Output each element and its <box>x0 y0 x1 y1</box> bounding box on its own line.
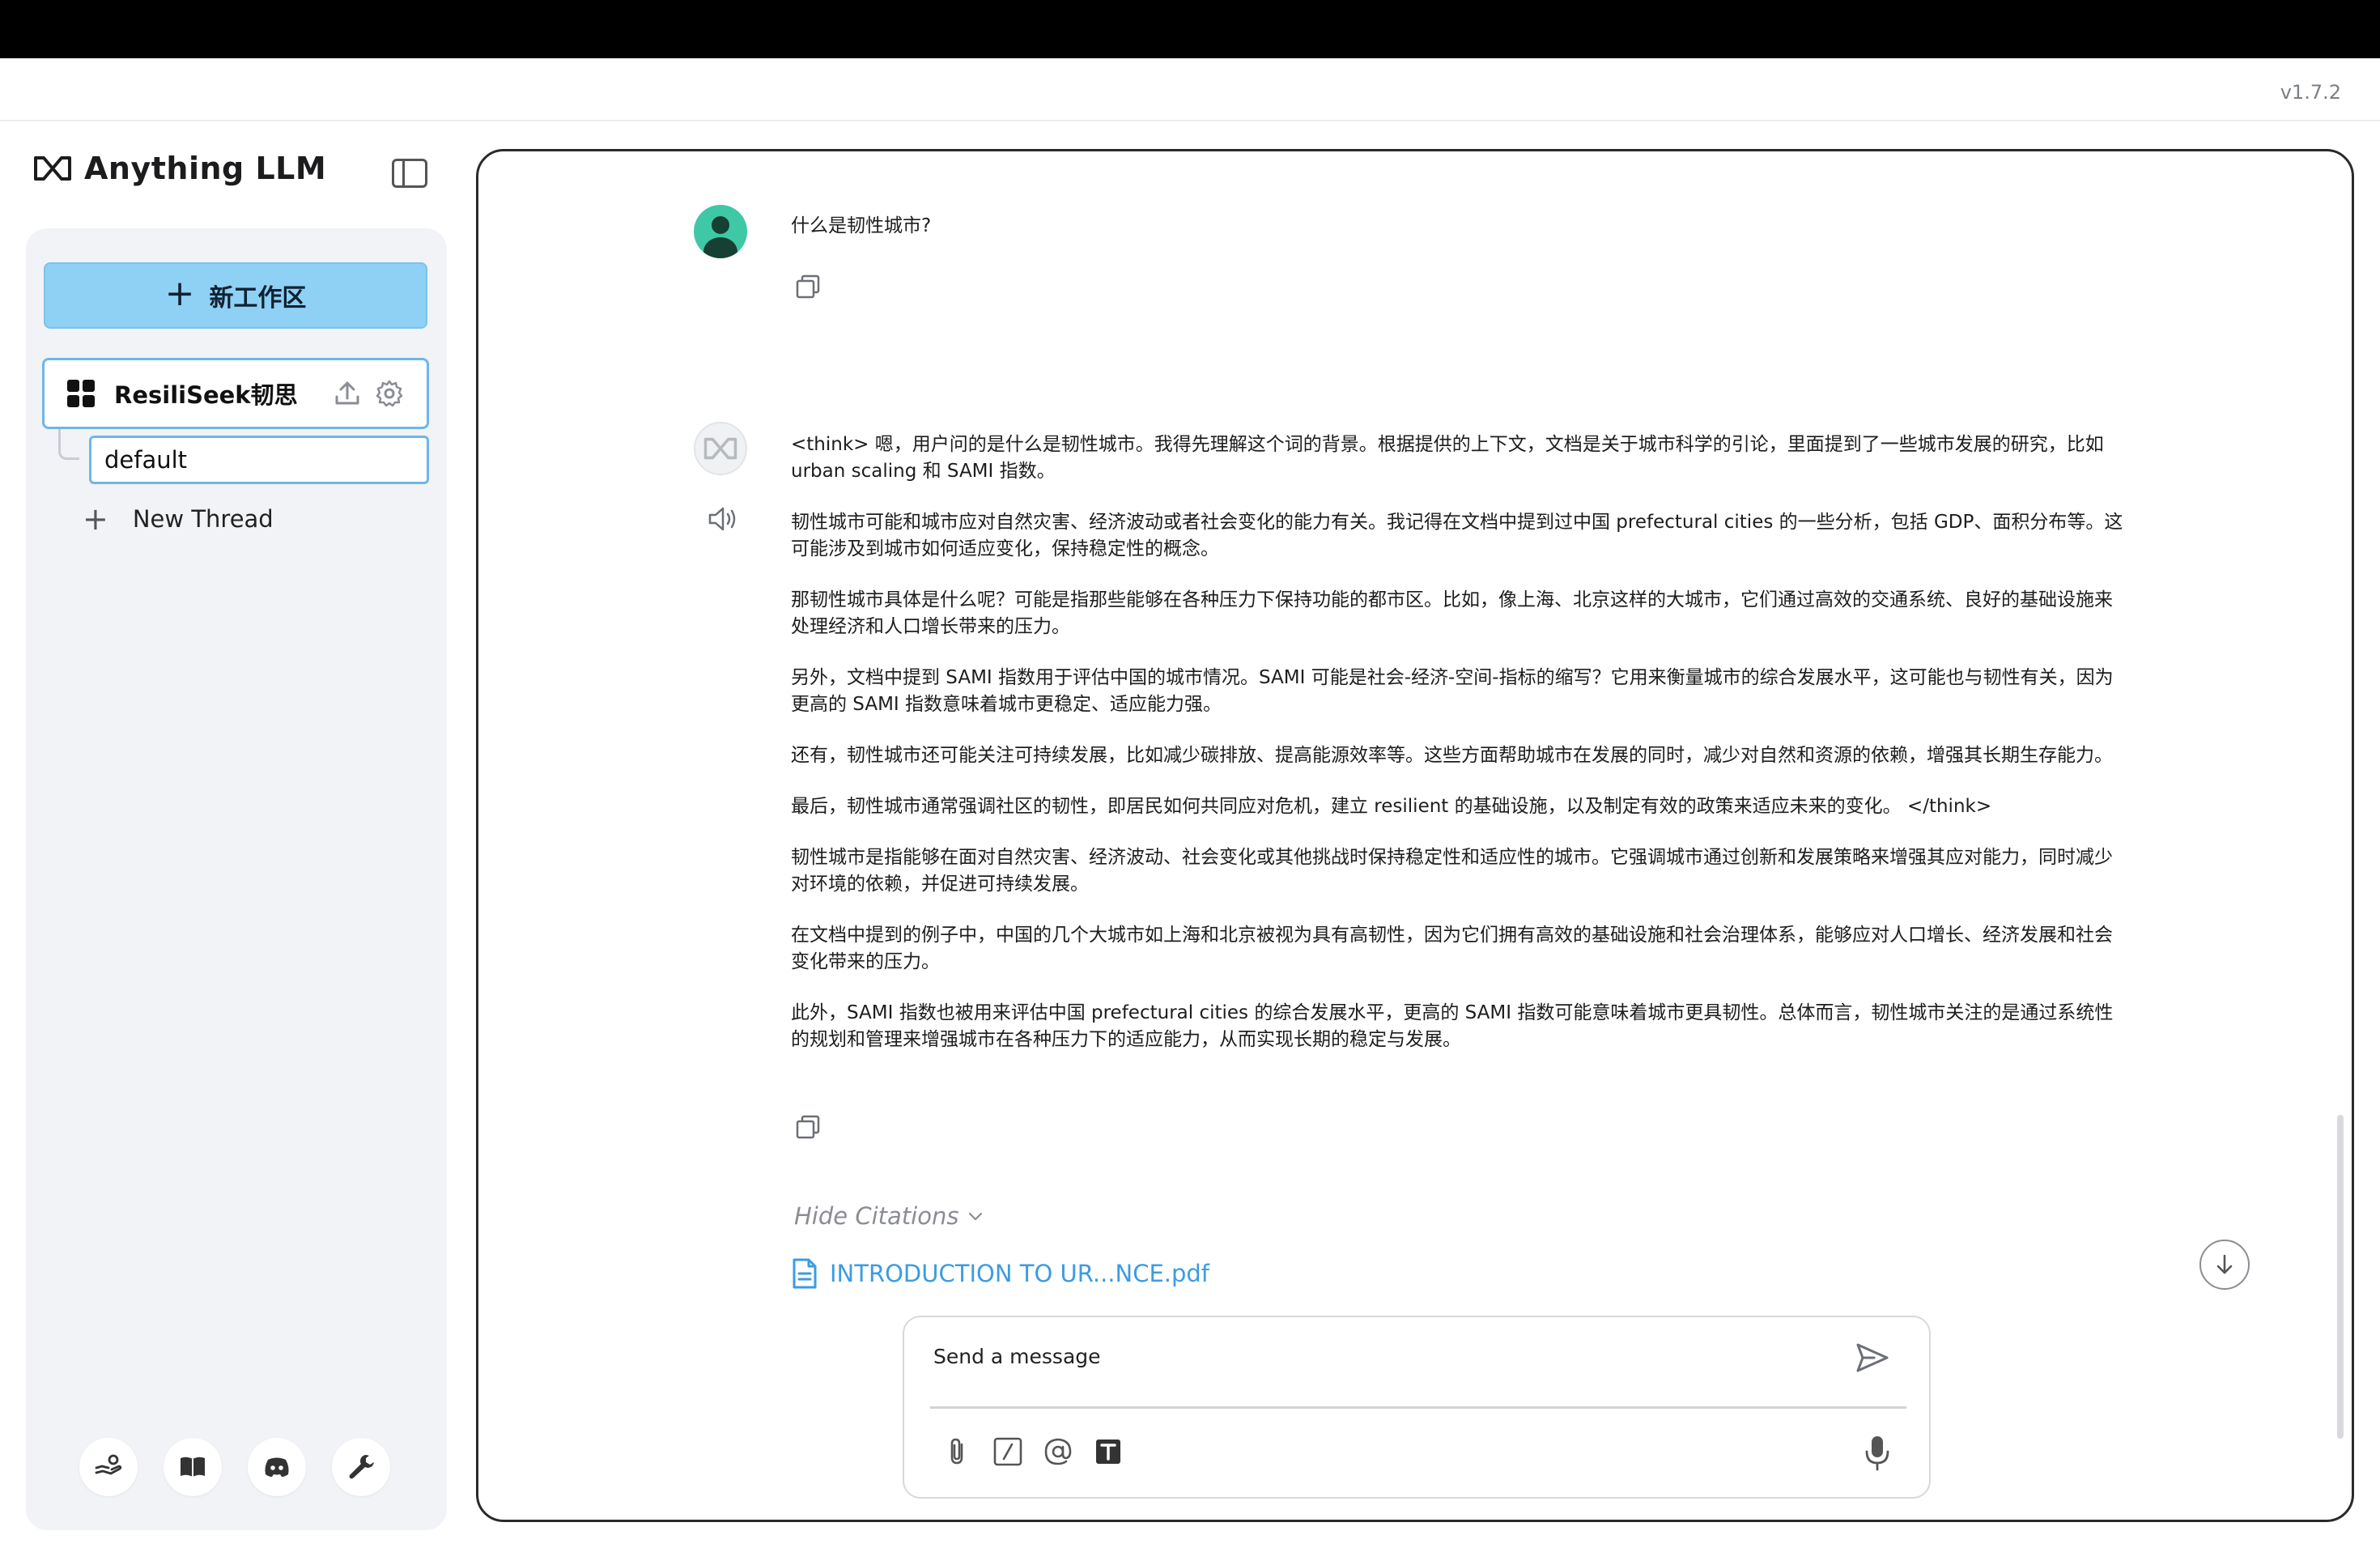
plus-icon: + <box>164 273 195 314</box>
plus-icon: + <box>83 501 108 537</box>
new-workspace-button[interactable]: + 新工作区 <box>44 262 427 329</box>
thread-connector <box>58 429 79 460</box>
thread-item-default[interactable]: default <box>89 436 429 484</box>
discord-icon <box>265 1457 289 1477</box>
new-thread-button[interactable]: + New Thread <box>83 504 274 534</box>
chevron-down-icon <box>969 1212 983 1221</box>
discord-button[interactable] <box>248 1438 306 1496</box>
workspace-name: ResiliSeek韧思 <box>114 381 298 409</box>
assistant-paragraph: 最后，韧性城市通常强调社区的韧性，即居民如何共同应对危机，建立 resilien… <box>791 796 1992 817</box>
sidebar-toggle-icon[interactable] <box>392 159 427 188</box>
app-name: Anything LLM <box>84 151 327 186</box>
slash-command-icon <box>993 1437 1022 1466</box>
version-label: v1.7.2 <box>2280 81 2341 104</box>
chat-scrollbar[interactable] <box>2337 1115 2344 1439</box>
sidebar-footer <box>79 1438 390 1496</box>
workspace-item[interactable]: ResiliSeek韧思 <box>42 358 429 429</box>
app-logo: Anything LLM <box>32 151 326 186</box>
at-sign-icon <box>1044 1438 1072 1465</box>
settings-wrench-icon <box>349 1455 374 1479</box>
agent-mention-button[interactable] <box>1042 1434 1074 1469</box>
chat-panel: 什么是韧性城市? <think> 嗯，用户问的是什么是韧性城市。我得先理解这个词… <box>476 149 2354 1522</box>
sidebar: + 新工作区 ResiliSeek韧思 default + New Thread <box>26 228 447 1530</box>
assistant-paragraph: <think> 嗯，用户问的是什么是韧性城市。我得先理解这个词的背景。根据提供的… <box>791 434 2104 482</box>
upload-icon[interactable] <box>333 379 362 408</box>
citation-filename: INTRODUCTION TO UR...NCE.pdf <box>830 1260 1210 1287</box>
arrow-down-icon <box>2216 1254 2233 1274</box>
anythingllm-logo-icon <box>703 437 737 460</box>
hide-citations-label: Hide Citations <box>794 1202 959 1230</box>
assistant-avatar <box>694 422 747 475</box>
gear-icon[interactable] <box>375 379 404 408</box>
hide-citations-toggle[interactable]: Hide Citations <box>794 1202 984 1230</box>
citation-link[interactable]: INTRODUCTION TO UR...NCE.pdf <box>791 1257 1209 1290</box>
text-size-button[interactable] <box>1092 1434 1124 1469</box>
app-header: v1.7.2 <box>0 58 2380 121</box>
copy-icon[interactable] <box>794 273 822 300</box>
file-document-icon <box>793 1258 817 1289</box>
text-size-icon <box>1096 1440 1120 1464</box>
slash-command-button[interactable] <box>992 1434 1024 1469</box>
anythingllm-logo-icon <box>34 156 71 181</box>
user-avatar <box>694 205 747 258</box>
workspace-grid-icon <box>67 380 95 407</box>
new-thread-label: New Thread <box>132 505 274 533</box>
message-composer <box>903 1316 1931 1499</box>
composer-toolbar <box>941 1434 1124 1469</box>
os-top-bar <box>0 0 2380 58</box>
assistant-paragraph: 韧性城市是指能够在面对自然灾害、经济波动、社会变化或其他挑战时保持稳定性和适应性… <box>791 847 2113 895</box>
community-hub-icon <box>95 1454 122 1475</box>
docs-book-icon <box>181 1457 205 1477</box>
assistant-paragraph: 韧性城市可能和城市应对自然灾害、经济波动或者社会变化的能力有关。我记得在文档中提… <box>791 512 2123 559</box>
new-workspace-label: 新工作区 <box>209 284 307 313</box>
assistant-paragraph: 在文档中提到的例子中，中国的几个大城市如上海和北京被视为具有高韧性，因为它们拥有… <box>791 925 2113 972</box>
assistant-paragraph: 那韧性城市具体是什么呢？可能是指那些能够在各种压力下保持功能的都市区。比如，像上… <box>791 589 2113 637</box>
settings-button[interactable] <box>332 1438 390 1496</box>
assistant-paragraph: 另外，文档中提到 SAMI 指数用于评估中国的城市情况。SAMI 可能是社会-经… <box>791 667 2114 715</box>
assistant-paragraph: 还有，韧性城市还可能关注可持续发展，比如减少碳排放、提高能源效率等。这些方面帮助… <box>791 745 2113 766</box>
microphone-icon[interactable] <box>1861 1434 1893 1473</box>
send-icon[interactable] <box>1853 1340 1892 1376</box>
docs-button[interactable] <box>164 1438 222 1496</box>
speaker-icon[interactable] <box>707 504 739 534</box>
copy-icon[interactable] <box>794 1113 822 1141</box>
attach-button[interactable] <box>941 1434 974 1469</box>
message-input[interactable] <box>933 1340 1824 1372</box>
community-hub-button[interactable] <box>79 1438 138 1496</box>
paperclip-icon <box>950 1438 963 1465</box>
user-message: 什么是韧性城市? <box>791 215 932 236</box>
composer-divider <box>930 1406 1906 1409</box>
scroll-to-bottom-button[interactable] <box>2199 1240 2250 1290</box>
assistant-paragraph: 此外，SAMI 指数也被用来评估中国 prefectural cities 的综… <box>791 1002 2114 1050</box>
assistant-message: <think> 嗯，用户问的是什么是韧性城市。我得先理解这个词的背景。根据提供的… <box>791 432 2127 1078</box>
